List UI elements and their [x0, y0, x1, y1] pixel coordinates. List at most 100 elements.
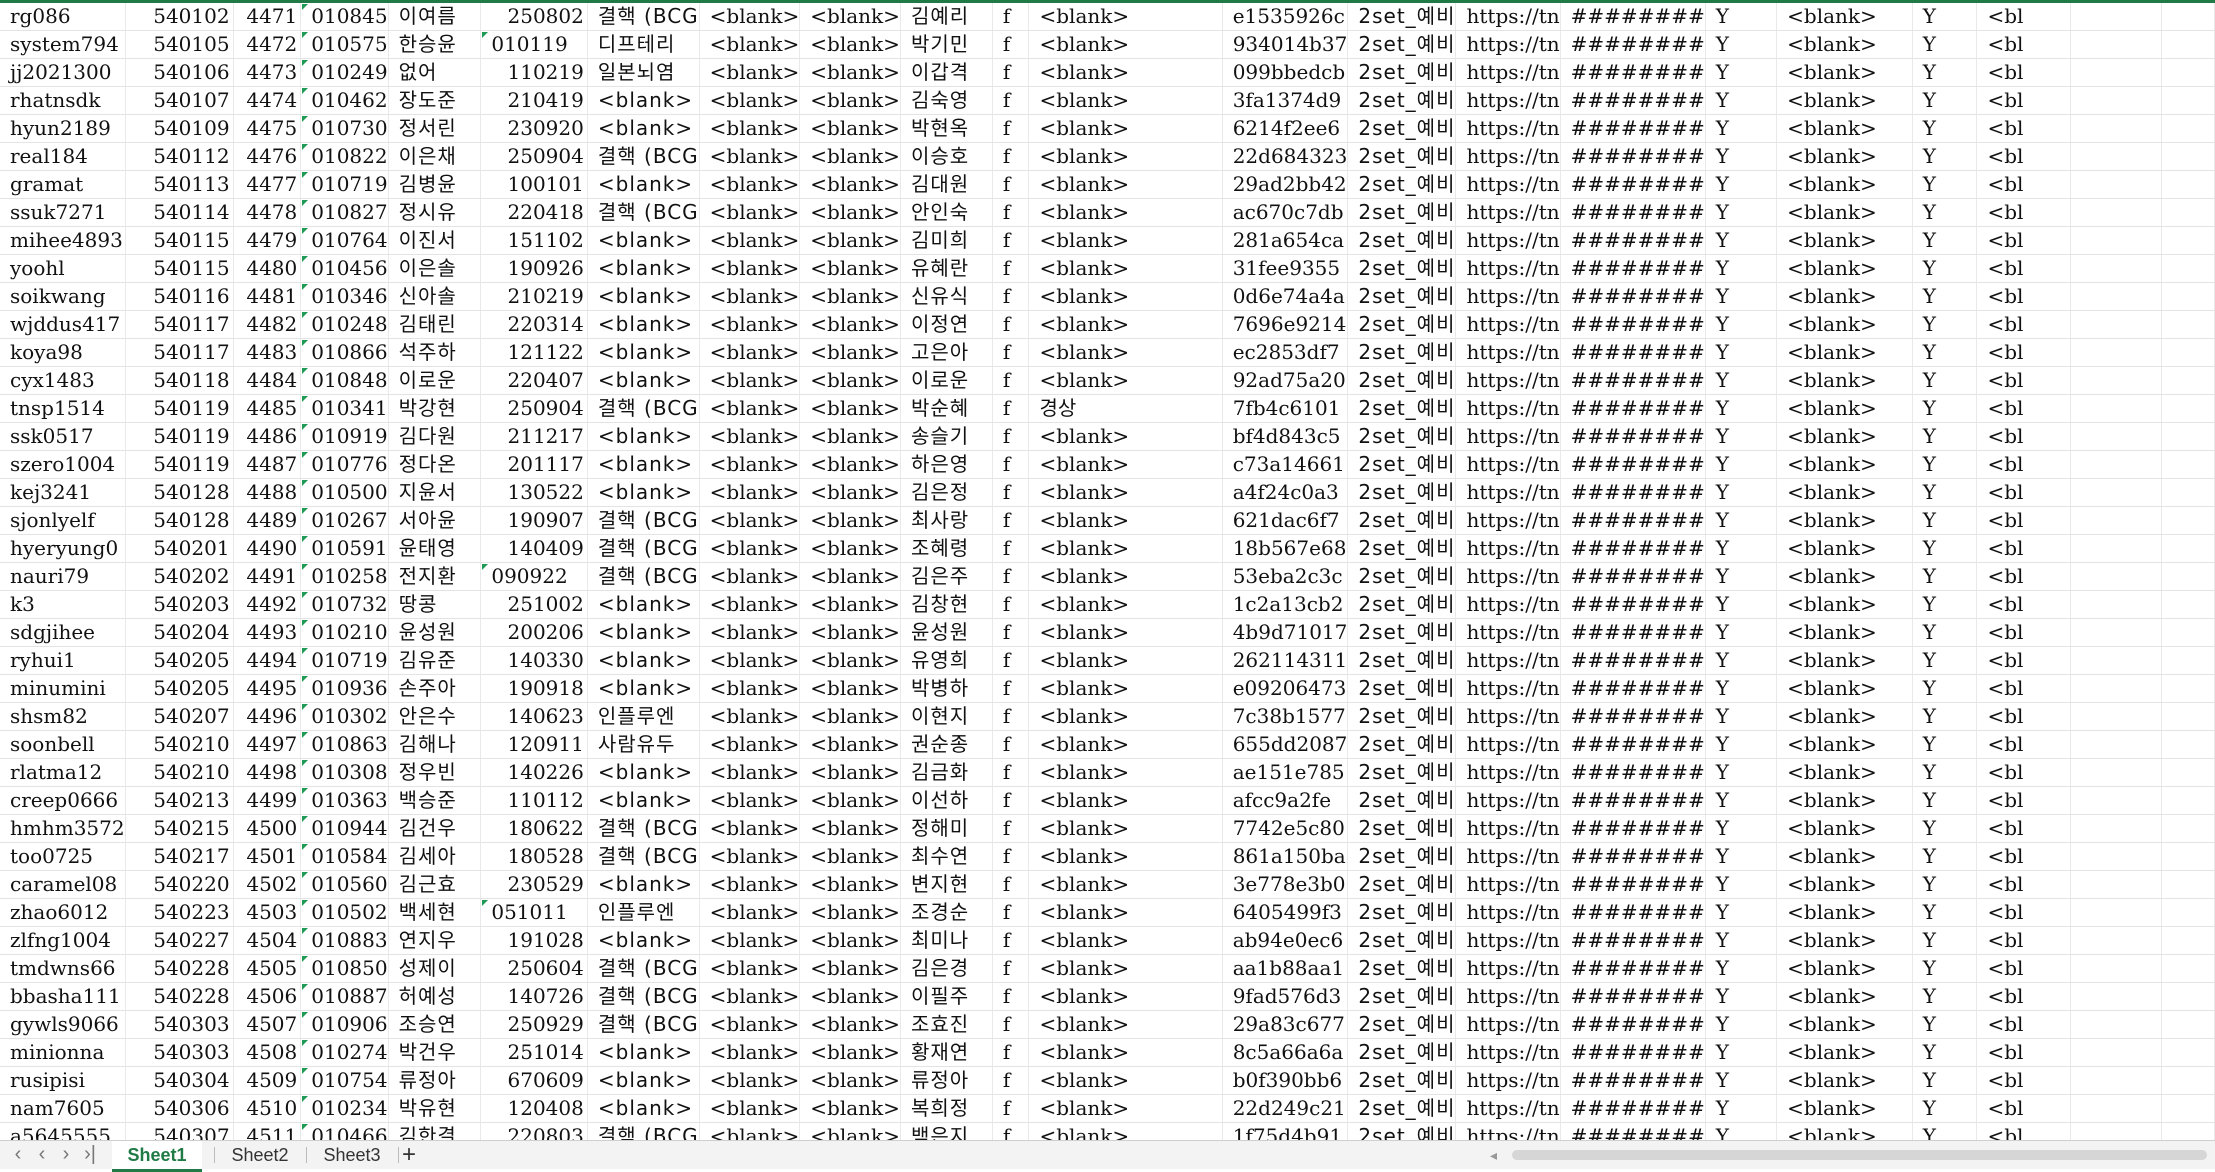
cell-phone-prefix[interactable]: 010258: [300, 562, 389, 591]
cell-empty[interactable]: [2070, 982, 2163, 1011]
cell-hash[interactable]: 3e778e3b0: [1222, 870, 1349, 899]
cell-y-flag-2[interactable]: Y: [1912, 954, 1978, 983]
cell-blank-b[interactable]: <blank>: [799, 618, 901, 647]
cell-hash[interactable]: 655dd2087: [1222, 730, 1349, 759]
cell-flag[interactable]: f: [992, 814, 1030, 843]
cell-hash[interactable]: 18b567e68: [1222, 534, 1349, 563]
cell-code[interactable]: 540201: [125, 534, 234, 563]
cell-blank-b[interactable]: <blank>: [799, 394, 901, 423]
cell-phone-prefix[interactable]: 010883: [300, 926, 389, 955]
cell-overflow[interactable]: <bl: [1976, 1038, 2071, 1067]
cell-y-flag-2[interactable]: Y: [1912, 86, 1978, 115]
cell-blank-a[interactable]: <blank>: [699, 898, 801, 927]
cell-blank-a[interactable]: <blank>: [699, 534, 801, 563]
cell-blank-a[interactable]: <blank>: [699, 198, 801, 227]
cell-y-flag-2[interactable]: Y: [1912, 1066, 1978, 1095]
cell-seq[interactable]: 4482: [233, 310, 302, 339]
cell-vaccine[interactable]: <blank>: [587, 786, 700, 815]
cell-empty[interactable]: [2070, 730, 2163, 759]
cell-vaccine[interactable]: <blank>: [587, 450, 700, 479]
cell-flag[interactable]: f: [992, 58, 1030, 87]
cell-child-name[interactable]: 김해나: [388, 730, 482, 759]
cell-hash[interactable]: 29ad2bb42: [1222, 170, 1349, 199]
cell-overflow[interactable]: <bl: [1976, 198, 2071, 227]
cell-set-label[interactable]: 2set_예비: [1347, 114, 1457, 143]
cell-user-id[interactable]: real184: [0, 142, 126, 171]
cell-user-id[interactable]: shsm82: [0, 702, 126, 731]
cell-set-label[interactable]: 2set_예비: [1347, 422, 1457, 451]
cell-overflow[interactable]: <bl: [1976, 366, 2071, 395]
cell-region[interactable]: <blank>: [1028, 758, 1223, 787]
cell-blank-b[interactable]: <blank>: [799, 842, 901, 871]
cell-seq[interactable]: 4502: [233, 870, 302, 899]
cell-seq[interactable]: 4500: [233, 814, 302, 843]
cell-seq[interactable]: 4479: [233, 226, 302, 255]
cell-user-id[interactable]: ryhui1: [0, 646, 126, 675]
cell-child-name[interactable]: 김유준: [388, 646, 482, 675]
cell-blank-b[interactable]: <blank>: [799, 1094, 901, 1123]
cell-blank-b[interactable]: <blank>: [799, 198, 901, 227]
cell-date[interactable]: ########: [1560, 58, 1706, 87]
cell-y-flag[interactable]: Y: [1705, 310, 1778, 339]
cell-parent-name[interactable]: 박병하: [900, 674, 993, 703]
cell-parent-name[interactable]: 안인숙: [900, 198, 993, 227]
cell-region[interactable]: <blank>: [1028, 58, 1223, 87]
cell-url[interactable]: https://tn: [1455, 730, 1561, 759]
cell-empty[interactable]: [2161, 674, 2215, 703]
cell-set-label[interactable]: 2set_예비: [1347, 1066, 1457, 1095]
cell-empty[interactable]: [2070, 954, 2163, 983]
cell-blank-b[interactable]: <blank>: [799, 142, 901, 171]
cell-y-flag[interactable]: Y: [1705, 1010, 1778, 1039]
cell-phone-prefix[interactable]: 010274: [300, 1038, 389, 1067]
cell-y-flag[interactable]: Y: [1705, 926, 1778, 955]
cell-hash[interactable]: 3fa1374d9: [1222, 86, 1349, 115]
cell-phone-prefix[interactable]: 010719: [300, 646, 389, 675]
cell-child-name[interactable]: 한승윤: [388, 30, 482, 59]
cell-set-label[interactable]: 2set_예비: [1347, 926, 1457, 955]
cell-user-id[interactable]: cyx1483: [0, 366, 126, 395]
cell-user-id[interactable]: ssuk7271: [0, 198, 126, 227]
cell-empty[interactable]: [2161, 758, 2215, 787]
cell-empty[interactable]: [2161, 562, 2215, 591]
cell-code[interactable]: 540105: [125, 30, 234, 59]
cell-overflow[interactable]: <bl: [1976, 310, 2071, 339]
cell-flag[interactable]: f: [992, 114, 1030, 143]
cell-blank-a[interactable]: <blank>: [699, 58, 801, 87]
cell-blank-a[interactable]: <blank>: [699, 982, 801, 1011]
cell-child-name[interactable]: 윤성원: [388, 618, 482, 647]
cell-blank-a[interactable]: <blank>: [699, 170, 801, 199]
cell-seq[interactable]: 4499: [233, 786, 302, 815]
cell-birth[interactable]: 251014: [480, 1038, 588, 1067]
cell-birth[interactable]: 190926: [480, 254, 588, 283]
cell-empty[interactable]: [2070, 310, 2163, 339]
cell-set-label[interactable]: 2set_예비: [1347, 198, 1457, 227]
cell-flag[interactable]: f: [992, 562, 1030, 591]
cell-y-flag-2[interactable]: Y: [1912, 534, 1978, 563]
cell-blank-c[interactable]: <blank>: [1776, 982, 1913, 1011]
cell-region[interactable]: <blank>: [1028, 926, 1223, 955]
cell-user-id[interactable]: hmhm3572: [0, 814, 126, 843]
cell-phone-prefix[interactable]: 010466: [300, 1122, 389, 1140]
cell-y-flag-2[interactable]: Y: [1912, 254, 1978, 283]
cell-vaccine[interactable]: <blank>: [587, 870, 700, 899]
cell-set-label[interactable]: 2set_예비: [1347, 86, 1457, 115]
cell-set-label[interactable]: 2set_예비: [1347, 450, 1457, 479]
cell-parent-name[interactable]: 이필주: [900, 982, 993, 1011]
cell-blank-c[interactable]: <blank>: [1776, 450, 1913, 479]
cell-birth[interactable]: 180622: [480, 814, 588, 843]
cell-region[interactable]: <blank>: [1028, 954, 1223, 983]
cell-parent-name[interactable]: 윤성원: [900, 618, 993, 647]
cell-overflow[interactable]: <bl: [1976, 170, 2071, 199]
cell-date[interactable]: ########: [1560, 730, 1706, 759]
cell-child-name[interactable]: 정우빈: [388, 758, 482, 787]
cell-y-flag-2[interactable]: Y: [1912, 310, 1978, 339]
cell-empty[interactable]: [2070, 562, 2163, 591]
cell-seq[interactable]: 4501: [233, 842, 302, 871]
cell-url[interactable]: https://tn: [1455, 422, 1561, 451]
cell-overflow[interactable]: <bl: [1976, 814, 2071, 843]
cell-code[interactable]: 540210: [125, 730, 234, 759]
cell-overflow[interactable]: <bl: [1976, 506, 2071, 535]
cell-blank-b[interactable]: <blank>: [799, 338, 901, 367]
cell-vaccine[interactable]: 결핵 (BCG: [587, 506, 700, 535]
cell-parent-name[interactable]: 정해미: [900, 814, 993, 843]
